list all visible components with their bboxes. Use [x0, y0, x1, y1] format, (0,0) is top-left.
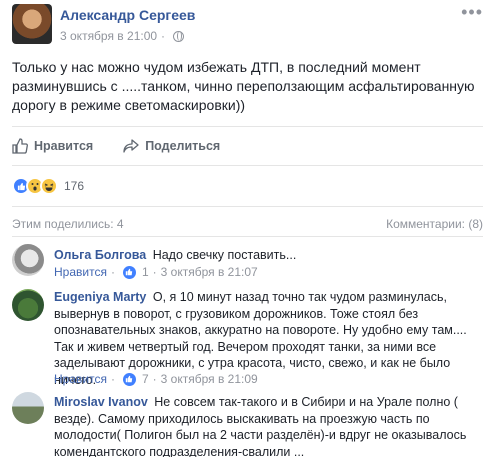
comment-timestamp[interactable]: 3 октября в 21:07 — [161, 265, 258, 279]
meta-dot: · — [110, 265, 115, 279]
comment: Miroslav Ivanov Не совсем так-такого и в… — [12, 392, 483, 457]
comment-like-link[interactable]: Нравится — [54, 265, 107, 279]
like-label: Нравится — [34, 139, 94, 153]
reactions-summary[interactable]: 176 — [12, 177, 84, 195]
globe-icon — [173, 30, 185, 42]
meta-dot: · — [110, 372, 115, 386]
thumbs-up-icon — [12, 138, 28, 154]
commenter-name[interactable]: Eugeniya Marty — [54, 290, 146, 304]
commenter-name[interactable]: Ольга Болгова — [54, 248, 146, 262]
like-button[interactable]: Нравится — [12, 138, 93, 154]
post-text: Только у нас можно чудом избежать ДТП, в… — [12, 59, 475, 113]
comments-count[interactable]: Комментарии: (8) — [386, 217, 483, 231]
post-meta: 3 октября в 21:00 · — [60, 29, 185, 43]
post-timestamp[interactable]: 3 октября в 21:00 — [60, 29, 157, 43]
commenter-avatar[interactable] — [12, 289, 44, 321]
meta-dot: · — [152, 265, 157, 279]
like-count-icon — [122, 372, 136, 386]
post-header: Александр Сергеев 3 октября в 21:00 · ••… — [12, 2, 483, 52]
commenter-name[interactable]: Miroslav Ivanov — [54, 395, 148, 409]
comment-body: Ольга Болгова Надо свечку поставить... — [54, 247, 486, 264]
comment-meta: Нравится · 1 · 3 октября в 21:07 — [54, 265, 258, 279]
share-label: Поделиться — [145, 139, 221, 153]
author-avatar[interactable] — [12, 4, 52, 44]
meta-dot: · — [152, 372, 157, 386]
commenter-avatar[interactable] — [12, 392, 44, 424]
comment-body: Miroslav Ivanov Не совсем так-такого и в… — [54, 394, 486, 457]
reaction-count: 176 — [64, 179, 85, 193]
like-count-icon — [122, 265, 136, 279]
post-menu-button[interactable]: ••• — [461, 2, 483, 23]
share-icon — [123, 139, 139, 153]
comment-timestamp[interactable]: 3 октября в 21:09 — [161, 372, 258, 386]
post-author[interactable]: Александр Сергеев — [60, 7, 195, 23]
comment-like-count[interactable]: 7 — [142, 372, 149, 386]
haha-reaction-icon — [40, 177, 58, 195]
divider — [12, 126, 483, 127]
comment: Eugeniya Marty О, я 10 минут назад точно… — [12, 289, 483, 389]
share-button[interactable]: Поделиться — [123, 138, 220, 154]
comment-like-link[interactable]: Нравится — [54, 372, 107, 386]
divider — [12, 165, 483, 166]
comment-like-count[interactable]: 1 — [142, 265, 149, 279]
comment-meta: Нравится · 7 · 3 октября в 21:09 — [54, 372, 258, 386]
shares-count[interactable]: Этим поделились: 4 — [12, 217, 124, 231]
comment: Ольга Болгова Надо свечку поставить... Н… — [12, 244, 483, 284]
comment-text: Надо свечку поставить... — [152, 248, 297, 262]
commenter-avatar[interactable] — [12, 244, 44, 276]
divider — [12, 206, 483, 207]
post-actions: Нравится Поделиться — [12, 135, 220, 157]
meta-separator: · — [161, 29, 166, 43]
divider — [12, 236, 483, 237]
